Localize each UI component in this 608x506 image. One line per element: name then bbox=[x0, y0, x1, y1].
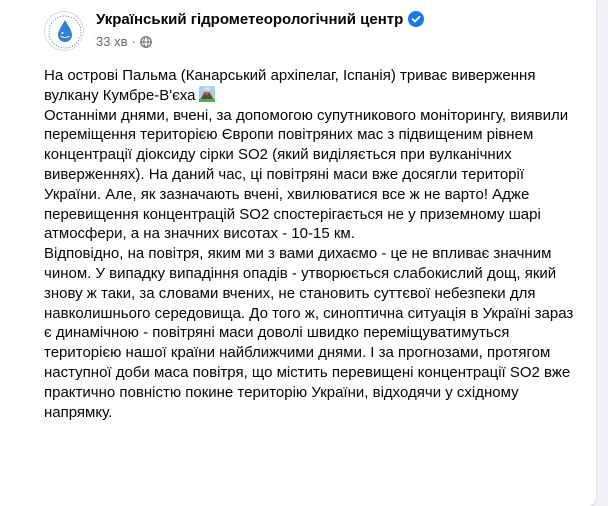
page-avatar[interactable] bbox=[44, 11, 84, 51]
post-paragraph-1: На острові Пальма (Канарський архіпелаг,… bbox=[44, 66, 584, 106]
volcano-emoji-icon bbox=[199, 85, 216, 102]
post-timestamp[interactable]: 33 хв bbox=[96, 34, 127, 49]
post-meta: 33 хв · bbox=[96, 34, 152, 50]
globe-icon[interactable] bbox=[140, 36, 152, 48]
meta-separator: · bbox=[131, 34, 136, 49]
post-paragraph-2: Останніми днями, вчені, за допомогою суп… bbox=[44, 106, 569, 243]
page-name[interactable]: Український гідрометеорологічний центр bbox=[96, 10, 425, 30]
post-card: Український гідрометеорологічний центр 3… bbox=[0, 0, 596, 506]
post-text: На острові Пальма (Канарський архіпелаг,… bbox=[44, 66, 584, 422]
water-drop-logo-icon bbox=[48, 15, 82, 49]
page-name-text[interactable]: Український гідрометеорологічний центр bbox=[96, 11, 403, 28]
post-paragraph-3: Відповідно, на повітря, яким ми з вами д… bbox=[44, 245, 574, 421]
verified-badge-icon bbox=[408, 11, 425, 27]
post-paragraph-1-text: На острові Пальма (Канарський архіпелаг,… bbox=[44, 67, 536, 104]
